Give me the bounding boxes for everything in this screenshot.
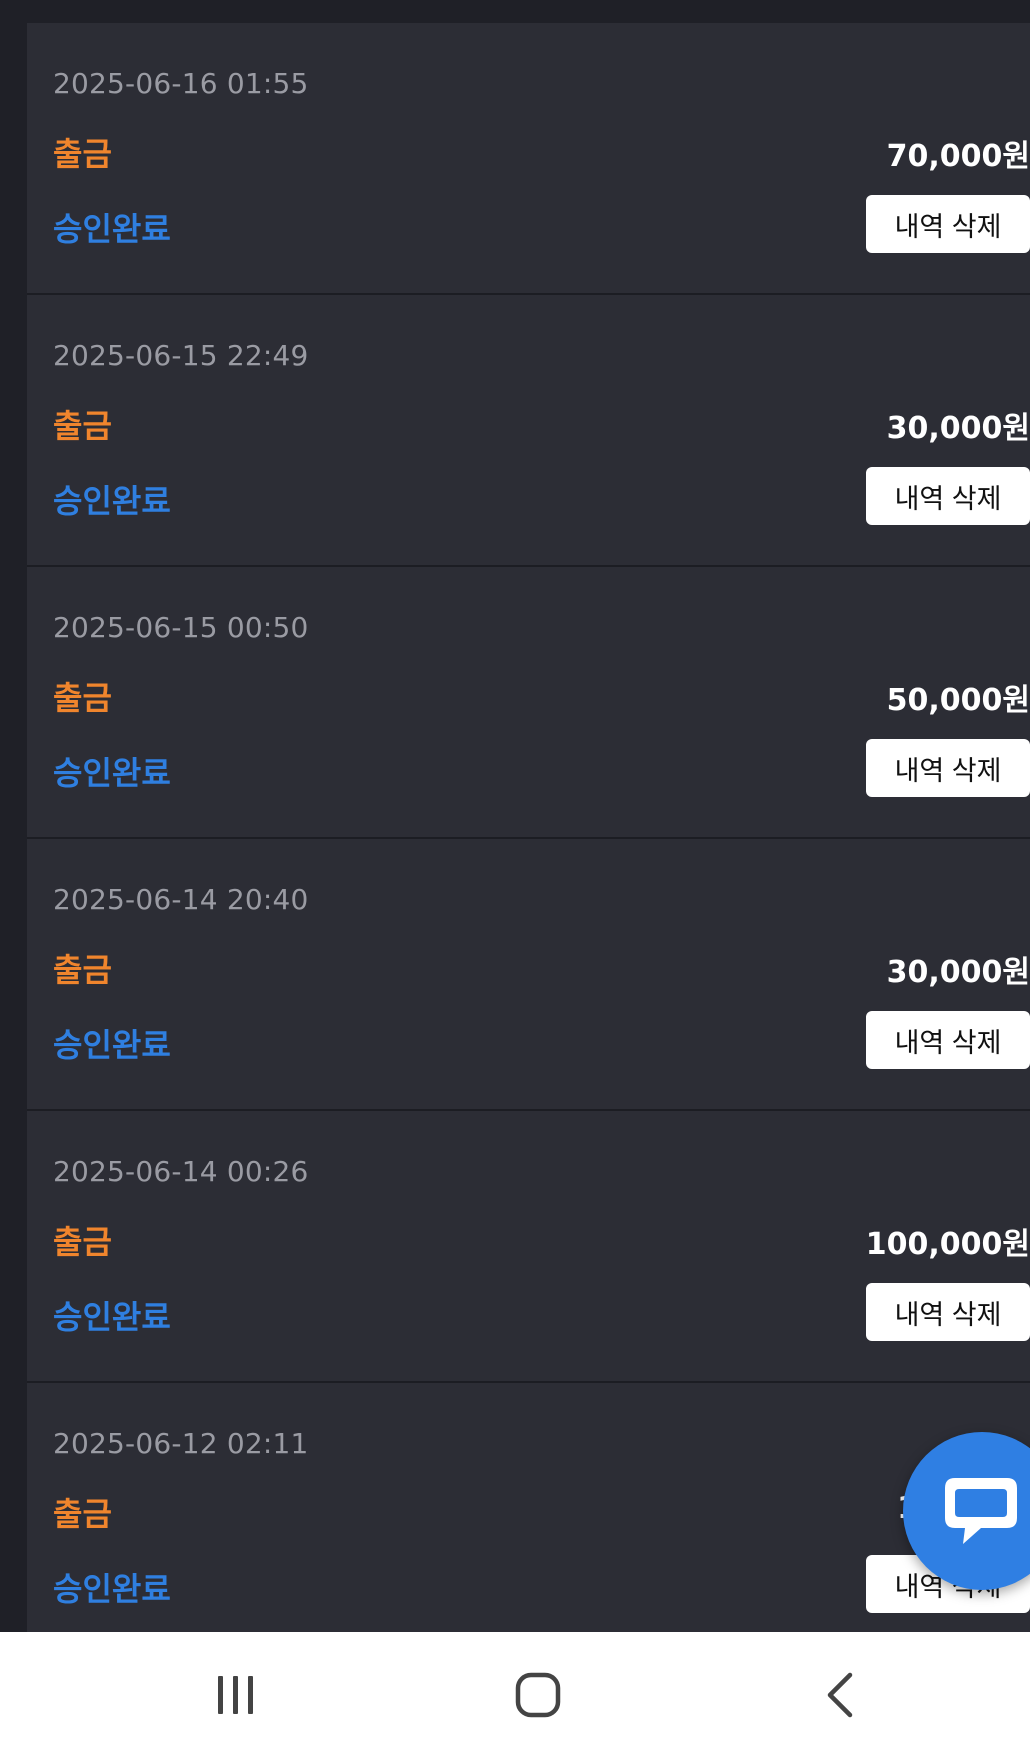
transaction-date: 2025-06-16 01:55 (53, 67, 309, 100)
system-navigation-bar (0, 1632, 1030, 1757)
transaction-type: 출금 (53, 135, 112, 173)
list-item: 2025-06-14 00:26 출금 100,000원 승인완료 내역 삭제 (27, 1111, 1030, 1383)
transaction-date: 2025-06-15 00:50 (53, 611, 309, 644)
transaction-date: 2025-06-15 22:49 (53, 339, 309, 372)
delete-history-button[interactable]: 내역 삭제 (866, 195, 1030, 253)
transaction-amount: 30,000원 (886, 411, 1030, 446)
transaction-type: 출금 (53, 1495, 112, 1533)
transaction-date: 2025-06-14 20:40 (53, 883, 309, 916)
transaction-status: 승인완료 (53, 1298, 171, 1336)
transaction-amount: 70,000원 (886, 139, 1030, 174)
home-icon (515, 1672, 561, 1717)
transaction-amount: 50,000원 (886, 683, 1030, 718)
back-icon (827, 1672, 853, 1717)
delete-history-button[interactable]: 내역 삭제 (866, 467, 1030, 525)
home-button[interactable] (458, 1632, 618, 1757)
list-item: 2025-06-16 01:55 출금 70,000원 승인완료 내역 삭제 (27, 23, 1030, 295)
delete-history-button[interactable]: 내역 삭제 (866, 1011, 1030, 1069)
transaction-type: 출금 (53, 407, 112, 445)
transaction-amount: 100,000원 (865, 1227, 1030, 1262)
transaction-date: 2025-06-12 02:11 (53, 1427, 309, 1460)
list-item: 2025-06-15 00:50 출금 50,000원 승인완료 내역 삭제 (27, 567, 1030, 839)
list-item: 2025-06-14 20:40 출금 30,000원 승인완료 내역 삭제 (27, 839, 1030, 1111)
list-item: 2025-06-15 22:49 출금 30,000원 승인완료 내역 삭제 (27, 295, 1030, 567)
transaction-type: 출금 (53, 1223, 112, 1261)
transaction-list: 2025-06-16 01:55 출금 70,000원 승인완료 내역 삭제 2… (27, 23, 1030, 1632)
recent-apps-icon (218, 1675, 253, 1714)
delete-history-button[interactable]: 내역 삭제 (866, 739, 1030, 797)
delete-history-button[interactable]: 내역 삭제 (866, 1283, 1030, 1341)
transaction-amount: 30,000원 (886, 955, 1030, 990)
list-item: 2025-06-12 02:11 출금 1 승인완료 내역 삭제 (27, 1383, 1030, 1632)
transaction-type: 출금 (53, 951, 112, 989)
transaction-status: 승인완료 (53, 1026, 171, 1064)
transaction-status: 승인완료 (53, 482, 171, 520)
recent-apps-button[interactable] (156, 1632, 316, 1757)
transaction-status: 승인완료 (53, 1570, 171, 1608)
screen: 2025-06-16 01:55 출금 70,000원 승인완료 내역 삭제 2… (0, 0, 1030, 1632)
transaction-status: 승인완료 (53, 754, 171, 792)
transaction-type: 출금 (53, 679, 112, 717)
transaction-date: 2025-06-14 00:26 (53, 1155, 309, 1188)
back-button[interactable] (760, 1632, 920, 1757)
transaction-status: 승인완료 (53, 210, 171, 248)
chat-bubble-icon (945, 1478, 1017, 1544)
